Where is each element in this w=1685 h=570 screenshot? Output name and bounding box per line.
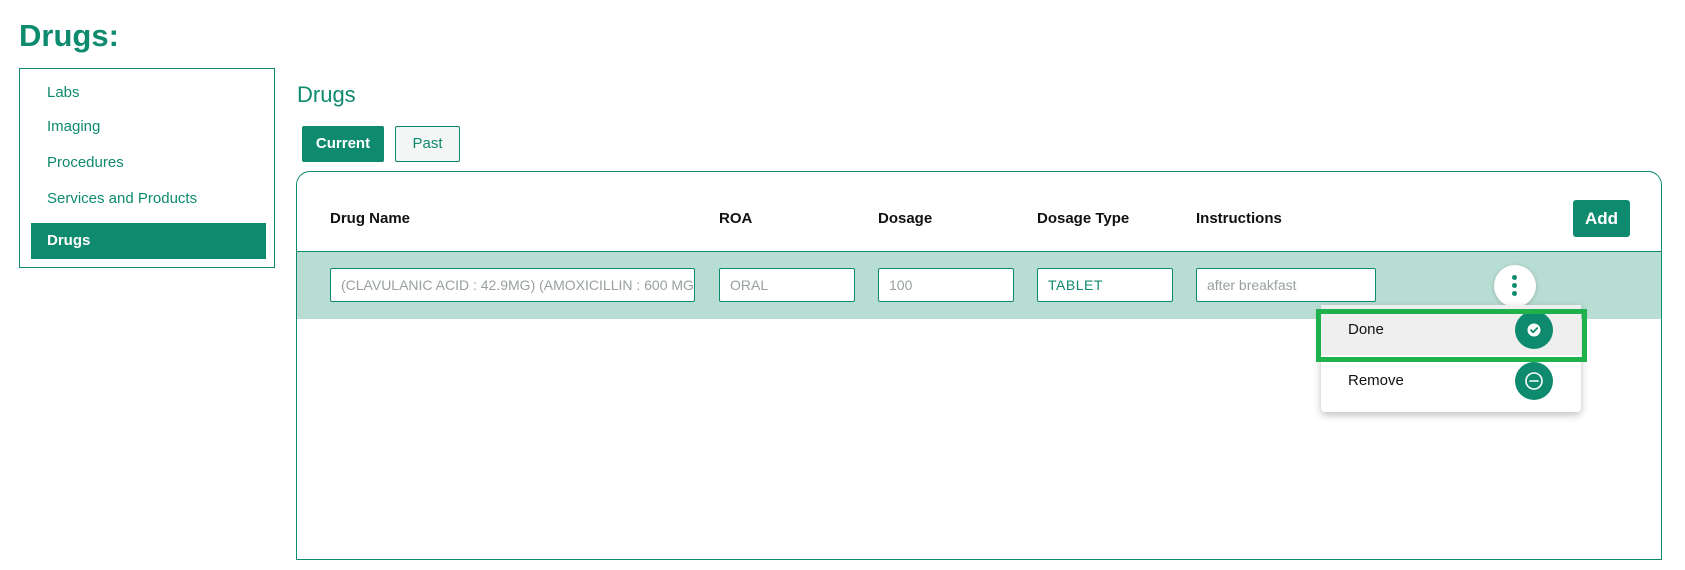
kebab-icon-dot — [1512, 283, 1517, 288]
column-header-drug-name: Drug Name — [330, 210, 411, 227]
column-header-instructions: Instructions — [1196, 210, 1282, 227]
menu-item-done-label: Done — [1348, 321, 1384, 338]
sidebar-item-labs[interactable]: Labs — [31, 75, 266, 111]
check-circle-icon — [1515, 311, 1553, 349]
menu-item-done[interactable]: Done — [1321, 305, 1581, 355]
dosage-type-select[interactable]: TABLET — [1037, 268, 1173, 302]
dosage-input[interactable]: 100 — [878, 268, 1014, 302]
column-header-dosage: Dosage — [878, 210, 933, 227]
instructions-input[interactable]: after breakfast — [1196, 268, 1376, 302]
column-header-roa: ROA — [719, 210, 753, 227]
drugs-page: Drugs: Labs Imaging Procedures Services … — [0, 0, 1685, 570]
page-title: Drugs: — [19, 18, 119, 53]
add-button[interactable]: Add — [1573, 200, 1630, 237]
kebab-icon — [1512, 275, 1517, 280]
minus-circle-icon — [1515, 362, 1553, 400]
more-options-button[interactable] — [1494, 265, 1536, 307]
roa-input[interactable]: ORAL — [719, 268, 855, 302]
category-sidebar: Labs Imaging Procedures Services and Pro… — [19, 68, 275, 268]
sidebar-item-procedures[interactable]: Procedures — [31, 145, 266, 181]
column-header-dosage-type: Dosage Type — [1037, 210, 1130, 227]
menu-item-remove-label: Remove — [1348, 372, 1404, 389]
row-actions-menu: Done Remove — [1321, 305, 1581, 412]
kebab-icon-dot — [1512, 291, 1517, 296]
sidebar-item-drugs[interactable]: Drugs — [31, 223, 266, 259]
section-title: Drugs — [297, 82, 356, 107]
sidebar-item-services-and-products[interactable]: Services and Products — [31, 181, 266, 217]
tab-past[interactable]: Past — [395, 126, 460, 162]
menu-item-remove[interactable]: Remove — [1321, 356, 1581, 406]
drug-name-input[interactable]: (CLAVULANIC ACID : 42.9MG) (AMOXICILLIN … — [330, 268, 695, 302]
sidebar-item-imaging[interactable]: Imaging — [31, 109, 266, 145]
tab-current[interactable]: Current — [302, 126, 384, 162]
